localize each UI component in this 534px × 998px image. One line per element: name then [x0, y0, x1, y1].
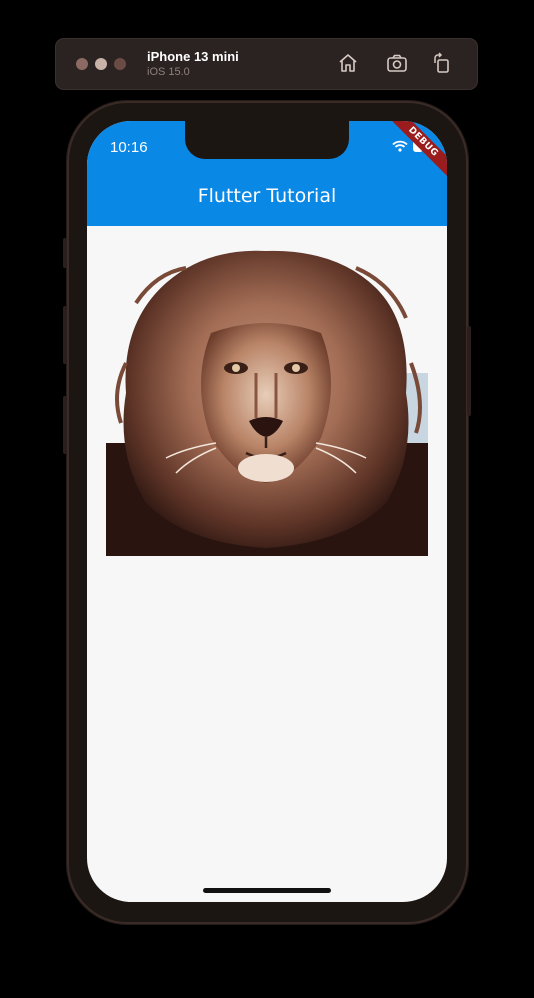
wifi-icon: [392, 140, 408, 152]
phone-screen: 10:16 Flutter Tutorial DEBUG: [87, 121, 447, 902]
home-icon[interactable]: [336, 51, 360, 75]
notch: [185, 121, 349, 159]
device-name: iPhone 13 mini: [147, 49, 239, 64]
close-window-button[interactable]: [76, 58, 88, 70]
lion-image: [106, 243, 428, 556]
os-version: iOS 15.0: [147, 66, 190, 78]
app-bar-title: Flutter Tutorial: [197, 185, 337, 207]
status-time: 10:16: [110, 139, 148, 156]
power-button: [467, 326, 471, 416]
window-controls: [76, 58, 126, 70]
zoom-window-button[interactable]: [114, 58, 126, 70]
rotate-icon[interactable]: [430, 51, 454, 75]
volume-down-button: [63, 396, 67, 454]
simulator-toolbar: iPhone 13 mini iOS 15.0: [55, 38, 478, 90]
screenshot-icon[interactable]: [385, 51, 409, 75]
mute-switch: [63, 238, 67, 268]
minimize-window-button[interactable]: [95, 58, 107, 70]
volume-up-button: [63, 306, 67, 364]
home-indicator[interactable]: [203, 888, 331, 893]
